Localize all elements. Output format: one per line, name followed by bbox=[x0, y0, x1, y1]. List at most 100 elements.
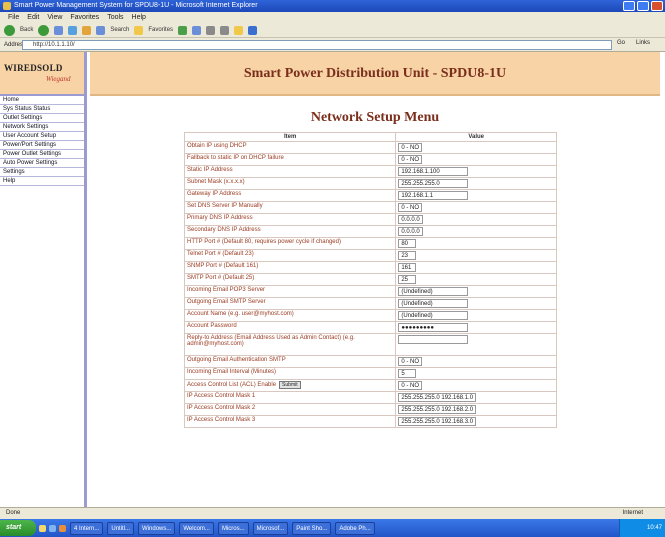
dns-manual-select[interactable]: 0 - NO bbox=[398, 203, 422, 212]
taskbar: start 4 Intern... Untitl... Windows... W… bbox=[0, 519, 665, 537]
sidebar-item-power-port-settings[interactable]: Power/Port Settings bbox=[0, 141, 84, 150]
menu-help[interactable]: Help bbox=[132, 12, 146, 23]
favorites-label[interactable]: Favorites bbox=[148, 27, 173, 33]
row-item-label: Set DNS Server IP Manually bbox=[183, 201, 397, 214]
history-icon[interactable] bbox=[192, 25, 202, 35]
row-item-label: Incoming Email POP3 Server bbox=[183, 285, 397, 298]
quicklaunch-media-icon[interactable] bbox=[59, 524, 66, 532]
media-icon[interactable] bbox=[178, 25, 188, 35]
acl-mask-3-input[interactable]: 255.255.255.0 192.168.3.0 bbox=[398, 417, 477, 426]
row-item-label: Outgoing Email Authentication SMTP bbox=[183, 355, 397, 368]
sidebar-item-user-account-setup[interactable]: User Account Setup bbox=[0, 132, 84, 141]
reply-to-input[interactable] bbox=[398, 335, 469, 344]
close-button[interactable] bbox=[651, 1, 663, 11]
refresh-icon[interactable] bbox=[68, 25, 78, 35]
folder-icon[interactable] bbox=[234, 25, 244, 35]
submit-button[interactable]: Submit bbox=[279, 381, 301, 389]
sidebar-item-help[interactable]: Help bbox=[0, 177, 84, 186]
status-text: Done bbox=[6, 510, 21, 516]
menu-file[interactable]: File bbox=[8, 12, 19, 23]
row-item-label: Fallback to static IP on DHCP failure bbox=[183, 153, 397, 166]
table-row: HTTP Port # (Default 80, requires power … bbox=[183, 237, 557, 250]
table-row: Static IP Address 192.168.1.100 bbox=[183, 165, 557, 178]
taskbar-item[interactable]: Microsof... bbox=[252, 521, 289, 535]
fallback-static-select[interactable]: 0 - NO bbox=[398, 155, 422, 164]
row-item-label: Subnet Mask (x.x.x.x) bbox=[183, 177, 397, 190]
row-item-label: IP Access Control Mask 3 bbox=[183, 415, 397, 428]
mail-icon[interactable] bbox=[206, 25, 216, 35]
taskbar-item[interactable]: Paint Sho... bbox=[292, 521, 332, 535]
row-item-label: SNMP Port # (Default 161) bbox=[183, 261, 397, 274]
links-button[interactable]: Links bbox=[636, 40, 650, 46]
acl-mask-1-input[interactable]: 255.255.255.0 192.168.1.0 bbox=[398, 393, 477, 402]
table-row: Primary DNS IP Address 0.0.0.0 bbox=[183, 213, 557, 226]
taskbar-item[interactable]: Micros... bbox=[217, 521, 249, 535]
go-button[interactable]: Go bbox=[617, 40, 625, 46]
sidebar-item-network-settings[interactable]: Network Settings bbox=[0, 123, 84, 132]
subnet-mask-input[interactable]: 255.255.255.0 bbox=[398, 179, 469, 188]
favorites-icon[interactable] bbox=[134, 25, 144, 35]
snmp-port-input[interactable]: 161 bbox=[398, 263, 417, 272]
account-name-input[interactable]: (Undefined) bbox=[398, 311, 469, 320]
logo-brand: WIREDSOLD bbox=[4, 63, 63, 73]
acl-enable-select[interactable]: 0 - NO bbox=[398, 381, 422, 390]
minimize-button[interactable] bbox=[623, 1, 635, 11]
email-interval-input[interactable]: 5 bbox=[398, 369, 417, 378]
pop3-server-input[interactable]: (Undefined) bbox=[398, 287, 469, 296]
sidebar-item-home[interactable]: Home bbox=[0, 96, 84, 105]
home-icon[interactable] bbox=[82, 25, 92, 35]
address-input[interactable]: http://10.1.1.10/ bbox=[22, 40, 612, 50]
static-ip-input[interactable]: 192.168.1.100 bbox=[398, 167, 469, 176]
table-row: Reply-to Address (Email Address Used as … bbox=[183, 333, 557, 356]
system-tray-clock[interactable]: 10:47 bbox=[619, 519, 665, 537]
forward-icon[interactable] bbox=[38, 24, 50, 36]
back-label[interactable]: Back bbox=[20, 27, 33, 33]
telnet-port-input[interactable]: 23 bbox=[398, 251, 417, 260]
menu-favorites[interactable]: Favorites bbox=[70, 12, 99, 23]
taskbar-item[interactable]: Adobe Ph... bbox=[335, 521, 375, 535]
sidebar-item-system-status[interactable]: Sys Status Status bbox=[0, 105, 84, 114]
http-port-input[interactable]: 80 bbox=[398, 239, 417, 248]
menu-view[interactable]: View bbox=[47, 12, 62, 23]
smtp-auth-select[interactable]: 0 - NO bbox=[398, 357, 422, 366]
quicklaunch-desktop-icon[interactable] bbox=[49, 524, 56, 532]
taskbar-item[interactable]: Untitl... bbox=[107, 521, 135, 535]
back-icon[interactable] bbox=[4, 24, 15, 36]
gateway-ip-input[interactable]: 192.168.1.1 bbox=[398, 191, 469, 200]
menu-tools[interactable]: Tools bbox=[107, 12, 123, 23]
sidebar-item-outlet-settings[interactable]: Outlet Settings bbox=[0, 114, 84, 123]
row-item-label: IP Access Control Mask 2 bbox=[183, 403, 397, 416]
search-label[interactable]: Search bbox=[110, 27, 129, 33]
table-row: Incoming Email POP3 Server (Undefined) bbox=[183, 285, 557, 298]
row-item-label: Primary DNS IP Address bbox=[183, 213, 397, 226]
row-item-label: Static IP Address bbox=[183, 165, 397, 178]
menu-edit[interactable]: Edit bbox=[27, 12, 39, 23]
taskbar-item[interactable]: Windows... bbox=[138, 521, 176, 535]
stop-icon[interactable] bbox=[54, 25, 64, 35]
taskbar-item[interactable]: Welcom... bbox=[179, 521, 214, 535]
browser-toolbar: Back Search Favorites bbox=[0, 23, 665, 38]
row-item-label: Access Control List (ACL) Enable bbox=[187, 382, 277, 388]
maximize-button[interactable] bbox=[637, 1, 649, 11]
acl-mask-2-input[interactable]: 255.255.255.0 192.168.2.0 bbox=[398, 405, 477, 414]
taskbar-item[interactable]: 4 Intern... bbox=[70, 521, 104, 535]
page-title: Network Setup Menu bbox=[310, 110, 440, 125]
status-bar: Done Internet bbox=[0, 507, 665, 519]
row-item-label: Outgoing Email SMTP Server bbox=[183, 297, 397, 310]
table-row: Outgoing Email SMTP Server (Undefined) bbox=[183, 297, 557, 310]
sidebar-item-settings[interactable]: Settings bbox=[0, 168, 84, 177]
smtp-port-input[interactable]: 25 bbox=[398, 275, 417, 284]
primary-dns-input[interactable]: 0.0.0.0 bbox=[398, 215, 423, 224]
print-icon[interactable] bbox=[220, 25, 230, 35]
start-button[interactable]: start bbox=[0, 520, 36, 536]
secondary-dns-input[interactable]: 0.0.0.0 bbox=[398, 227, 423, 236]
sidebar-item-auto-power-settings[interactable]: Auto Power Settings bbox=[0, 159, 84, 168]
account-password-input[interactable]: ●●●●●●●●● bbox=[398, 323, 469, 332]
messenger-icon[interactable] bbox=[248, 25, 258, 35]
smtp-server-input[interactable]: (Undefined) bbox=[398, 299, 469, 308]
quicklaunch-ie-icon[interactable] bbox=[39, 524, 46, 532]
sidebar-item-power-outlet-settings[interactable]: Power Outlet Settings bbox=[0, 150, 84, 159]
dhcp-select[interactable]: 0 - NO bbox=[398, 143, 422, 152]
search-icon[interactable] bbox=[96, 25, 106, 35]
table-row: Obtain IP using DHCP 0 - NO bbox=[183, 141, 557, 154]
